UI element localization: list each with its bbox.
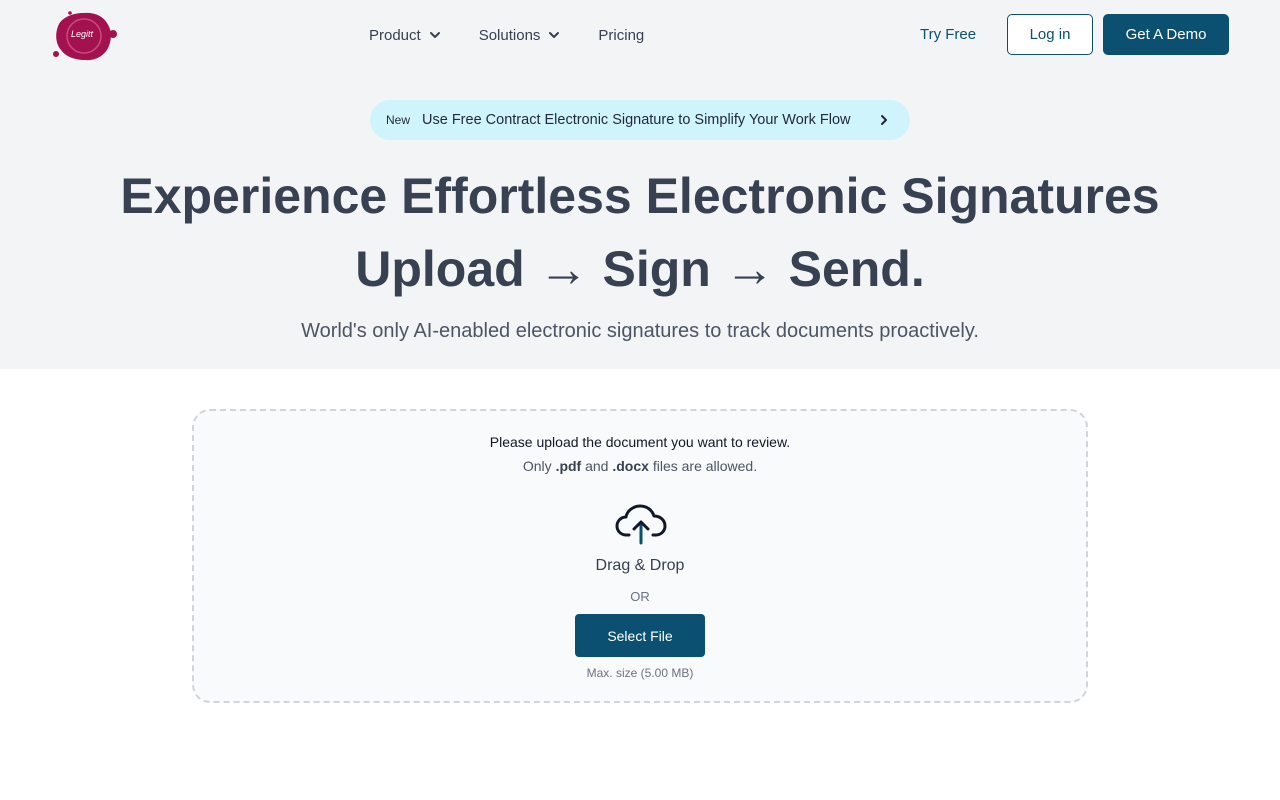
pdf-type: .pdf: [555, 458, 582, 474]
nav-pricing[interactable]: Pricing: [598, 27, 644, 44]
only-text: Only: [522, 458, 552, 474]
main-menu: Product Solutions Pricing: [369, 24, 644, 46]
announcement-message: Use Free Contract Electronic Signature t…: [422, 112, 851, 128]
chevron-right-icon: [881, 115, 887, 125]
file-dropzone[interactable]: Please upload the document you want to r…: [192, 409, 1088, 703]
top-navigation: Legitt Product Solutions Pricing Try Fre…: [0, 0, 1280, 70]
chevron-down-icon: [549, 32, 560, 38]
select-file-button[interactable]: Select File: [575, 614, 705, 657]
nav-pricing-label: Pricing: [598, 26, 645, 44]
and-text: and: [585, 458, 609, 474]
announcement-banner[interactable]: New Use Free Contract Electronic Signatu…: [370, 100, 910, 140]
try-free-link[interactable]: Try Free: [920, 26, 976, 43]
page-title: Experience Effortless Electronic Signatu…: [0, 160, 1280, 306]
max-size-note: Max. size (5.00 MB): [586, 666, 694, 680]
page-subtitle: World's only AI-enabled electronic signa…: [301, 320, 979, 342]
nav-solutions[interactable]: Solutions: [479, 27, 561, 44]
get-demo-button[interactable]: Get A Demo: [1103, 14, 1229, 55]
nav-product-label: Product: [369, 26, 421, 44]
logo-text: Legitt: [71, 29, 94, 39]
headline-line-2: Upload → Sign → Send.: [355, 241, 925, 297]
upload-instruction: Please upload the document you want to r…: [489, 434, 791, 450]
drag-drop-label: Drag & Drop: [595, 557, 685, 574]
allowed-file-types: Only .pdf and .docx files are allowed.: [194, 458, 1086, 474]
allowed-text: files are allowed.: [652, 458, 758, 474]
headline-line-1: Experience Effortless Electronic Signatu…: [120, 168, 1160, 224]
nav-solutions-label: Solutions: [478, 26, 541, 44]
chevron-down-icon: [429, 32, 440, 38]
or-separator: OR: [630, 589, 650, 604]
cloud-upload-icon: [615, 504, 667, 545]
hero-section: Legitt Product Solutions Pricing Try Fre…: [0, 0, 1280, 369]
docx-type: .docx: [612, 458, 649, 474]
brand-logo[interactable]: Legitt: [50, 10, 118, 62]
nav-product[interactable]: Product: [369, 27, 441, 44]
new-badge: New: [386, 113, 411, 127]
login-button[interactable]: Log in: [1007, 14, 1093, 55]
